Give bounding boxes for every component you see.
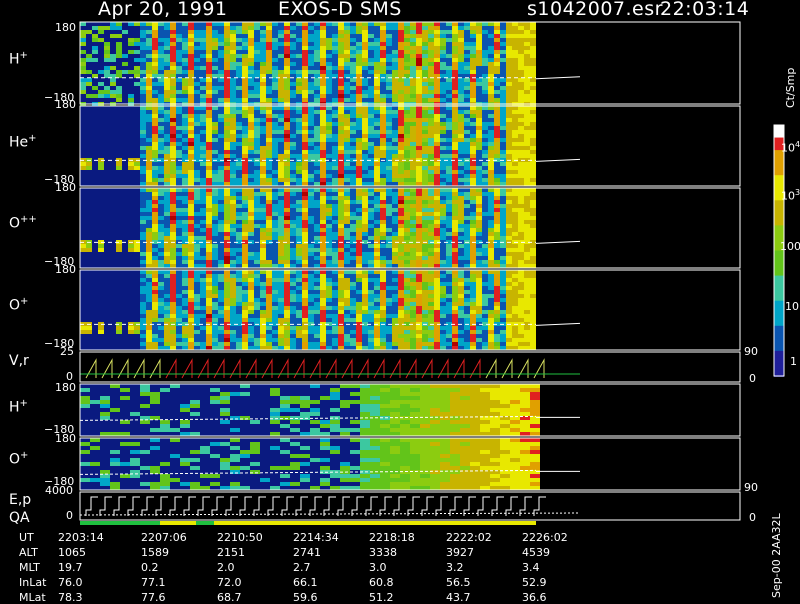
ephemeris-cell: 68.7	[217, 591, 242, 604]
ephemeris-cell: 3927	[446, 546, 474, 559]
tick-op-top: 180	[55, 263, 76, 276]
ephemeris-cell: 3338	[369, 546, 397, 559]
ephemeris-label: MLT	[19, 561, 40, 574]
ephemeris-label: MLat	[19, 591, 46, 604]
panel-ep	[80, 497, 580, 525]
ephemeris-cell: 2218:18	[369, 531, 415, 544]
ephemeris-cell: 2151	[217, 546, 245, 559]
ephemeris-cell: 3.2	[446, 561, 464, 574]
colorbar-tick-1: 1	[790, 355, 797, 368]
panel-h-plus	[80, 22, 580, 106]
ephemeris-cell: 2.7	[293, 561, 311, 574]
header-time: 22:03:14	[660, 0, 749, 20]
ephemeris-cell: 56.5	[446, 576, 471, 589]
ephemeris-cell: 77.1	[141, 576, 166, 589]
panel-he-plus	[80, 106, 580, 186]
ephemeris-cell: 2214:34	[293, 531, 339, 544]
ephemeris-cell: 2207:06	[141, 531, 187, 544]
ephemeris-cell: 60.8	[369, 576, 394, 589]
label-qa: QA	[9, 510, 30, 526]
header-date: Apr 20, 1991	[98, 0, 228, 20]
ephemeris-cell: 72.0	[217, 576, 242, 589]
ephemeris-cell: 2741	[293, 546, 321, 559]
header-file: s1042007.esr	[527, 0, 663, 20]
colorbar-tick-1000: 103	[781, 188, 800, 203]
ephemeris-cell: 19.7	[58, 561, 83, 574]
panel-o-plus	[80, 270, 580, 350]
ephemeris-cell: 76.0	[58, 576, 83, 589]
label-o-plusplus: O++	[9, 214, 37, 232]
ephemeris-cell: 52.9	[522, 576, 547, 589]
ephemeris-cell: 2203:14	[58, 531, 104, 544]
ephemeris-cell: 2222:02	[446, 531, 492, 544]
ephemeris-cell: 78.3	[58, 591, 83, 604]
tick-ep-right-bottom: 0	[749, 511, 756, 524]
tick-opp-top: 180	[55, 181, 76, 194]
tick-ep-top: 4000	[45, 484, 73, 497]
panel-o-plus-2	[80, 438, 580, 490]
ephemeris-cell: 2210:50	[217, 531, 263, 544]
label-h-plus-2: H+	[9, 398, 28, 416]
footer-id: Sep-00 2AA32L	[770, 513, 783, 598]
label-h-plus: H+	[9, 50, 28, 68]
tick-h-top: 180	[55, 21, 76, 34]
panel-vr	[80, 360, 580, 378]
ephemeris-cell: 1065	[58, 546, 86, 559]
label-he-plus: He+	[9, 133, 37, 151]
ephemeris-cell: 4539	[522, 546, 550, 559]
ephemeris-cell: 59.6	[293, 591, 318, 604]
ephemeris-cell: 2226:02	[522, 531, 568, 544]
ephemeris-cell: 51.2	[369, 591, 394, 604]
label-ep: E,p	[9, 492, 31, 508]
tick-vr-top: 25	[60, 345, 74, 358]
ephemeris-cell: 36.6	[522, 591, 547, 604]
panel-o-plusplus	[80, 188, 580, 268]
ephemeris-cell: 2.0	[217, 561, 235, 574]
ephemeris-label: ALT	[19, 546, 38, 559]
ephemeris-cell: 0.2	[141, 561, 159, 574]
tick-vr-right-top: 90	[744, 345, 758, 358]
ephemeris-cell: 66.1	[293, 576, 318, 589]
tick-ep-right-top: 90	[744, 481, 758, 494]
ephemeris-cell: 3.0	[369, 561, 387, 574]
tick-he-top: 180	[55, 98, 76, 111]
label-o-plus-2: O+	[9, 450, 28, 468]
tick-vr-right-bottom: 0	[749, 372, 756, 385]
ephemeris-cell: 43.7	[446, 591, 471, 604]
tick-o2-top: 180	[55, 432, 76, 445]
ephemeris-cell: 77.6	[141, 591, 166, 604]
label-vr: V,r	[9, 353, 29, 369]
ephemeris-label: UT	[19, 531, 34, 544]
label-o-plus: O+	[9, 296, 28, 314]
tick-h2-top: 180	[55, 381, 76, 394]
ephemeris-cell: 3.4	[522, 561, 540, 574]
panel-h-plus-2	[80, 384, 580, 436]
colorbar-tick-10: 10	[785, 300, 799, 313]
spectrogram-plot	[0, 0, 800, 600]
header-instrument: EXOS-D SMS	[278, 0, 402, 20]
colorbar-unit: Ct/Smp	[784, 68, 797, 108]
tick-ep-bottom: 0	[66, 509, 73, 522]
colorbar-tick-100: 100	[780, 240, 800, 253]
colorbar-tick-10000: 104	[781, 140, 800, 155]
ephemeris-cell: 1589	[141, 546, 169, 559]
ephemeris-label: InLat	[19, 576, 46, 589]
